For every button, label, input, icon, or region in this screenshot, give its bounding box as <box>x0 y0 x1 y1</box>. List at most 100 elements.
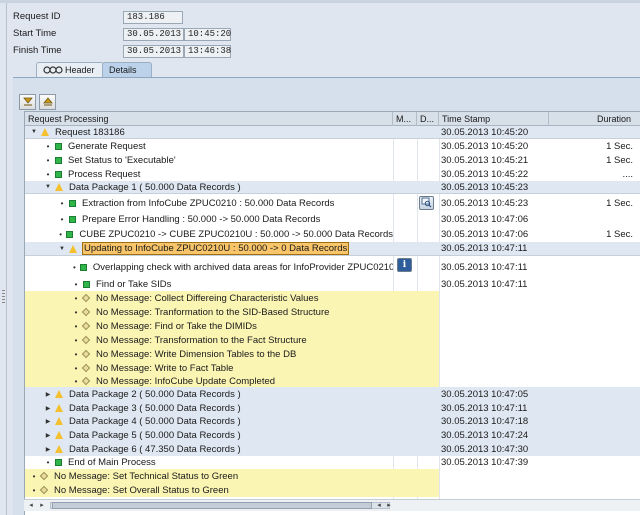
splitter[interactable] <box>6 3 7 515</box>
timestamp-cell: 30.05.2013 10:47:11 <box>441 402 528 414</box>
green-status-icon <box>69 216 76 223</box>
bullet-icon: • <box>74 376 78 386</box>
collapse-all-button[interactable] <box>39 94 56 110</box>
green-status-icon <box>69 199 76 207</box>
tree-cell: • CUBE ZPUC0210 -> CUBE ZPUC0210U : 50.00… <box>25 227 393 242</box>
duration-cell <box>549 401 640 415</box>
tree-row-label: Set Status to 'Executable' <box>68 154 176 166</box>
tree-row-label: No Message: InfoCube Update Completed <box>96 375 276 387</box>
warning-triangle-icon <box>69 244 77 253</box>
bullet-icon: • <box>74 307 78 317</box>
request-id-label: Request ID <box>13 11 61 22</box>
horizontal-scrollbar[interactable]: ◂ ▸ ◂ ▸ <box>24 499 640 511</box>
tree-row[interactable]: ▶ Data Package 6 ( 47.350 Data Records ) 3… <box>25 442 640 456</box>
timestamp-cell: 30.05.2013 10:45:23 <box>441 181 529 193</box>
message-cell <box>393 319 439 333</box>
duration-cell <box>549 126 640 138</box>
tree-cell: ▼ Request 183186 <box>25 126 393 138</box>
scroll-left-icon[interactable]: ◂ <box>26 501 36 510</box>
warning-triangle-icon <box>55 445 63 453</box>
tree-row[interactable]: • Process Request 30.05.2013 10:45:22.... <box>25 167 640 181</box>
tree-row[interactable]: • No Message: Collect Differeing Characte… <box>25 291 640 305</box>
duration-cell: .... <box>622 168 633 180</box>
tree-row-label: Data Package 4 ( 50.000 Data Records ) <box>69 415 241 427</box>
tree-cell: • Find or Take SIDs <box>25 277 393 291</box>
tree-row[interactable]: • Overlapping check with archived data ar… <box>25 257 640 277</box>
no-message-icon <box>81 321 91 331</box>
timestamp-cell <box>439 469 549 483</box>
tree-row[interactable]: • No Message: Write to Fact Table <box>25 361 640 375</box>
expanded-node-icon[interactable]: ▼ <box>45 184 51 190</box>
tree-row[interactable]: • No Message: Set Overall Status to Green <box>25 483 640 497</box>
tree-row[interactable]: ▼ Updating to InfoCube ZPUC0210U : 50.000… <box>25 242 640 256</box>
collapsed-node-icon[interactable]: ▶ <box>45 432 51 439</box>
request-processing-tree[interactable]: Request Processing M... D... Time Stamp … <box>24 111 640 515</box>
tree-row[interactable]: • CUBE ZPUC0210 -> CUBE ZPUC0210U : 50.00… <box>25 227 640 242</box>
tree-row[interactable]: • No Message: Find or Take the DIMIDs <box>25 319 640 333</box>
tree-row[interactable]: • No Message: Transformation to the Fact … <box>25 333 640 347</box>
tree-row[interactable]: ▼ Data Package 1 ( 50.000 Data Records ) 3… <box>25 181 640 194</box>
start-time-value: 10:45:20 <box>184 28 231 41</box>
duration-cell <box>549 455 640 469</box>
duration-cell: 1 Sec. <box>606 229 633 240</box>
timestamp-cell <box>439 361 549 375</box>
no-message-icon <box>81 349 91 359</box>
scroll-right-icon[interactable]: ▸ <box>37 501 47 510</box>
tree-row[interactable]: • Generate Request 30.05.2013 10:45:20 1 Se… <box>25 139 640 153</box>
tree-row-label: No Message: Find or Take the DIMIDs <box>96 320 257 332</box>
bullet-icon: • <box>74 321 78 331</box>
timestamp-cell: 30.05.2013 10:47:11 <box>441 278 528 290</box>
splitter-grip[interactable] <box>2 290 5 304</box>
scroll-right-icon[interactable]: ▸ <box>384 501 394 510</box>
expanded-node-icon[interactable]: ▼ <box>31 129 37 135</box>
expanded-node-icon[interactable]: ▼ <box>59 246 65 252</box>
tree-row[interactable]: • No Message: Write Dimension Tables to t… <box>25 347 640 361</box>
col-m[interactable]: M... <box>393 112 417 126</box>
bullet-icon: • <box>46 169 50 179</box>
display-details-button[interactable] <box>419 196 434 210</box>
magnifier-icon <box>421 197 432 210</box>
duration-cell <box>549 442 640 456</box>
tree-row[interactable]: • Set Status to 'Executable' 30.05.2013 10… <box>25 153 640 167</box>
tree-row[interactable]: ▶ Data Package 3 ( 50.000 Data Records ) 3… <box>25 401 640 415</box>
green-status-icon <box>79 263 87 271</box>
tab-header[interactable]: Header <box>36 62 104 77</box>
expand-all-button[interactable] <box>19 94 36 110</box>
tree-row-label: Generate Request <box>68 140 146 152</box>
tree-cell: ▼ Updating to InfoCube ZPUC0210U : 50.000… <box>25 242 393 255</box>
tree-row[interactable]: • No Message: Tranformation to the SID-Ba… <box>25 305 640 319</box>
collapsed-node-icon[interactable]: ▶ <box>45 418 51 425</box>
col-duration[interactable]: Duration <box>549 112 640 126</box>
tree-cell: ▶ Data Package 4 ( 50.000 Data Records ) <box>25 414 393 428</box>
tree-cell: • Set Status to 'Executable' <box>25 153 393 167</box>
tree-row[interactable]: ▶ Data Package 2 ( 50.000 Data Records ) 3… <box>25 387 640 401</box>
duration-cell <box>549 333 640 347</box>
tree-row[interactable]: • No Message: InfoCube Update Completed <box>25 374 640 388</box>
tree-row[interactable]: ▼ Request 183186 30.05.2013 10:45:20 <box>25 126 640 139</box>
start-time-label: Start Time <box>13 28 57 39</box>
col-request-processing[interactable]: Request Processing <box>25 112 393 126</box>
timestamp-cell: 30.05.2013 10:47:05 <box>441 388 529 400</box>
tree-row[interactable]: • No Message: Set Technical Status to Gre… <box>25 469 640 483</box>
glasses-icon <box>43 64 63 78</box>
timestamp-cell: 30.05.2013 10:45:20 <box>441 126 529 138</box>
tree-row[interactable]: • Prepare Error Handling : 50.000 -> 50.0… <box>25 212 640 227</box>
duration-cell <box>549 212 640 227</box>
collapsed-node-icon[interactable]: ▶ <box>45 405 51 412</box>
tree-row-label: End of Main Process <box>68 456 156 468</box>
tab-details[interactable]: Details <box>102 62 152 77</box>
collapsed-node-icon[interactable]: ▶ <box>45 391 51 398</box>
tree-row[interactable]: • Extraction from InfoCube ZPUC0210 : 50.… <box>25 195 640 211</box>
info-button[interactable]: i <box>397 258 412 272</box>
tree-row[interactable]: • Find or Take SIDs 30.05.2013 10:47:11 <box>25 277 640 291</box>
message-cell <box>393 347 439 361</box>
tree-cell: • No Message: Set Technical Status to Gre… <box>25 469 393 483</box>
scroll-left-icon[interactable]: ◂ <box>374 501 384 510</box>
tree-row[interactable]: ▶ Data Package 5 ( 50.000 Data Records ) 3… <box>25 428 640 442</box>
col-timestamp[interactable]: Time Stamp <box>439 112 549 126</box>
tree-row[interactable]: ▶ Data Package 4 ( 50.000 Data Records ) 3… <box>25 414 640 428</box>
scroll-thumb[interactable] <box>52 502 372 509</box>
tree-row[interactable]: • End of Main Process 30.05.2013 10:47:39 <box>25 455 640 469</box>
col-d[interactable]: D... <box>417 112 439 126</box>
collapsed-node-icon[interactable]: ▶ <box>45 446 51 453</box>
